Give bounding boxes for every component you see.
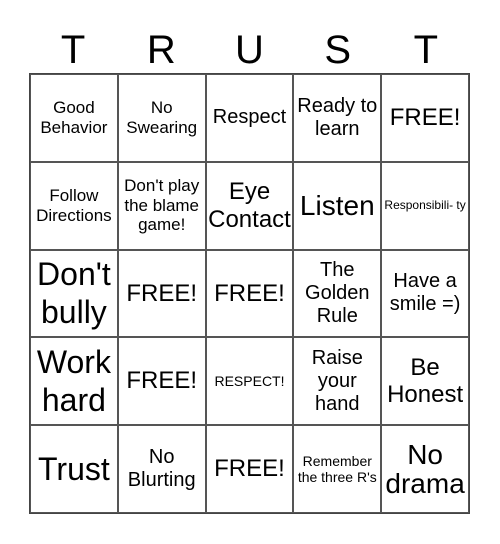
bingo-cell[interactable]: Good Behavior	[30, 74, 118, 162]
header-letter-r: R	[146, 28, 176, 72]
bingo-cell-free[interactable]: FREE!	[381, 74, 469, 162]
bingo-cell[interactable]: No drama	[381, 425, 469, 513]
bingo-cell-free[interactable]: FREE!	[205, 249, 294, 338]
bingo-cell[interactable]: Ready to learn	[293, 74, 382, 162]
bingo-cell[interactable]: Raise your hand	[293, 337, 382, 426]
header-letter-s: S	[324, 28, 351, 72]
bingo-cell-free[interactable]: FREE!	[117, 249, 206, 338]
bingo-grid: Good Behavior No Swearing Respect Ready …	[29, 73, 470, 514]
bingo-cell[interactable]: Follow Directions	[30, 161, 118, 250]
bingo-cell-free[interactable]: FREE!	[117, 337, 206, 426]
bingo-cell[interactable]: Respect	[205, 74, 294, 162]
bingo-cell[interactable]: Have a smile =)	[381, 249, 469, 338]
bingo-cell[interactable]: No Blurting	[117, 425, 206, 513]
bingo-cell[interactable]: Trust	[30, 425, 118, 513]
bingo-header: T R U S T	[29, 28, 470, 73]
bingo-cell[interactable]: Eye Contact	[205, 161, 294, 250]
header-letter-t2: T	[413, 28, 439, 72]
bingo-cell[interactable]: Listen	[293, 161, 382, 250]
bingo-cell[interactable]: Don't bully	[30, 249, 118, 338]
header-letter-t: T	[60, 28, 86, 72]
bingo-cell[interactable]: Work hard	[30, 337, 118, 426]
bingo-cell[interactable]: Remember the three R's	[293, 425, 382, 513]
bingo-cell-free[interactable]: FREE!	[205, 425, 294, 513]
bingo-cell[interactable]: Responsibili- ty	[381, 161, 469, 250]
bingo-cell[interactable]: RESPECT!	[205, 337, 294, 426]
bingo-cell[interactable]: Be Honest	[381, 337, 469, 426]
bingo-cell[interactable]: Don't play the blame game!	[117, 161, 206, 250]
header-letter-u: U	[235, 28, 264, 72]
bingo-cell[interactable]: No Swearing	[117, 74, 206, 162]
bingo-cell[interactable]: The Golden Rule	[293, 249, 382, 338]
